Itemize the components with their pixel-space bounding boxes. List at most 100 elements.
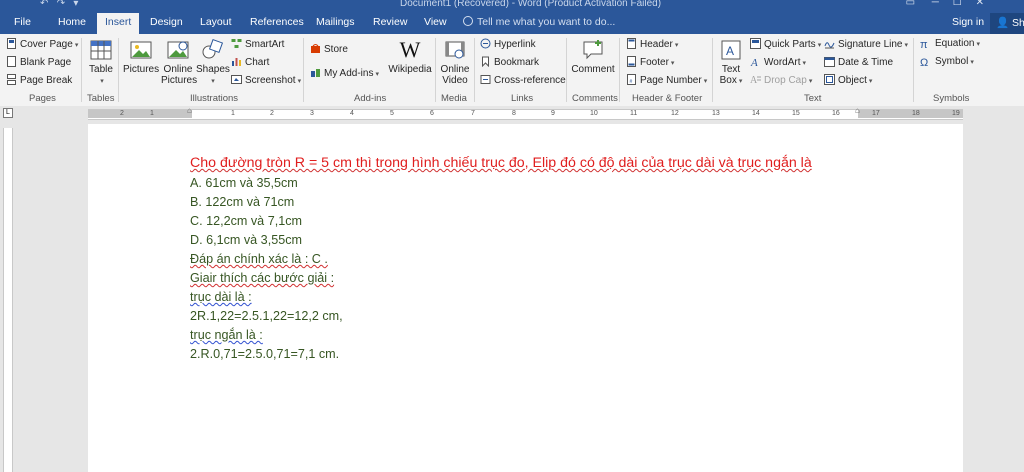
ruler-number: 15 — [792, 110, 800, 117]
document-page[interactable]: Cho đường tròn R = 5 cm thì trong hình c… — [88, 124, 963, 472]
share-button[interactable]: 👤 Shar — [990, 13, 1024, 34]
text-box-icon: A — [721, 40, 741, 60]
tab-review[interactable]: Review — [373, 16, 407, 28]
drop-cap-button[interactable]: A Drop Cap ▾ — [750, 74, 812, 86]
group-label-comments: Comments — [572, 93, 618, 104]
cross-reference-icon — [480, 75, 491, 84]
ruler-number: 13 — [712, 110, 720, 117]
ruler-number: 2 — [270, 110, 274, 117]
quick-access-toolbar[interactable]: ↶ ↷ ▾ — [40, 0, 78, 9]
tab-design[interactable]: Design — [150, 16, 183, 28]
table-icon — [90, 40, 112, 60]
smartart-button[interactable]: SmartArt — [231, 38, 284, 50]
my-addins-button[interactable]: My Add-ins ▾ — [310, 67, 379, 79]
group-divider — [435, 38, 436, 102]
screenshot-button[interactable]: Screenshot ▾ — [231, 74, 301, 86]
ruler-number: 4 — [350, 110, 354, 117]
online-video-button[interactable]: Online Video — [438, 38, 472, 86]
online-pictures-button[interactable]: Online Pictures — [161, 38, 197, 86]
store-button[interactable]: Store — [310, 43, 348, 55]
page-number-icon: # — [627, 74, 636, 85]
question-text: Cho đường tròn R = 5 cm thì trong hình c… — [190, 155, 812, 171]
page-break-icon — [7, 74, 16, 85]
ruler-number: 3 — [310, 110, 314, 117]
lightbulb-icon — [463, 16, 473, 26]
svg-text:A: A — [750, 75, 758, 85]
ruler-number: 11 — [630, 110, 638, 117]
option-a: A. 61cm và 35,5cm — [190, 176, 298, 190]
blank-page-button[interactable]: Blank Page — [6, 56, 71, 68]
cross-reference-button[interactable]: Cross-reference — [480, 74, 566, 86]
hyperlink-button[interactable]: Hyperlink — [480, 38, 536, 50]
ruler-number: 9 — [551, 110, 555, 117]
group-divider — [81, 38, 82, 102]
comment-button[interactable]: Comment — [570, 38, 616, 75]
tell-me-box[interactable]: Tell me what you want to do... — [463, 16, 615, 28]
tab-mailings[interactable]: Mailings — [316, 16, 355, 28]
tab-references[interactable]: References — [250, 16, 304, 28]
group-divider — [118, 38, 119, 102]
tell-me-placeholder: Tell me what you want to do... — [477, 16, 616, 28]
ruler-number: 14 — [752, 110, 760, 117]
option-d: D. 6,1cm và 3,55cm — [190, 233, 302, 247]
date-time-button[interactable]: Date & Time — [824, 56, 893, 68]
ruler-number: 19 — [952, 110, 960, 117]
group-divider — [303, 38, 304, 102]
page-break-button[interactable]: Page Break — [6, 74, 72, 86]
online-picture-icon — [167, 41, 189, 59]
header-icon — [627, 38, 636, 49]
group-divider — [566, 38, 567, 102]
minor-axis-label: trục ngắn là : — [190, 328, 263, 342]
quick-parts-icon — [750, 38, 761, 49]
tab-home[interactable]: Home — [58, 16, 86, 28]
table-button[interactable]: Table ▾ — [86, 38, 116, 86]
object-button[interactable]: Object ▾ — [824, 74, 872, 86]
tab-selector-icon[interactable]: L — [3, 108, 13, 118]
vertical-ruler[interactable] — [0, 120, 14, 472]
quick-parts-button[interactable]: Quick Parts ▾ — [750, 38, 821, 50]
footer-button[interactable]: Footer ▾ — [626, 56, 674, 68]
group-divider — [619, 38, 620, 102]
cover-page-button[interactable]: Cover Page ▾ — [6, 38, 78, 50]
option-b: B. 122cm và 71cm — [190, 195, 295, 209]
calendar-icon — [824, 57, 835, 67]
explanation-heading: Giair thích các bước giải : — [190, 271, 335, 285]
tab-file[interactable]: File — [14, 16, 31, 28]
right-indent-marker[interactable]: ⌂ — [855, 106, 860, 115]
bookmark-button[interactable]: Bookmark — [480, 56, 539, 68]
screenshot-icon — [231, 75, 242, 84]
symbol-button[interactable]: Ω Symbol ▾ — [920, 56, 974, 69]
window-controls[interactable]: ▭ ─ ☐ ✕ — [906, 0, 984, 8]
group-label-tables: Tables — [87, 93, 115, 104]
hyperlink-icon — [480, 38, 491, 49]
wikipedia-button[interactable]: W Wikipedia — [388, 38, 432, 76]
group-divider — [712, 38, 713, 102]
sign-in-link[interactable]: Sign in — [952, 16, 984, 28]
left-indent-marker[interactable]: ⌂ — [187, 106, 192, 115]
horizontal-ruler[interactable]: L 2 1 1 2 3 4 5 6 7 8 9 10 11 12 13 14 1… — [0, 106, 1024, 120]
chart-button[interactable]: Chart — [231, 56, 269, 68]
pictures-button[interactable]: Pictures — [123, 38, 159, 75]
group-divider — [474, 38, 475, 102]
tab-layout[interactable]: Layout — [200, 16, 232, 28]
chart-icon — [232, 58, 241, 66]
share-label: Shar — [1012, 17, 1024, 29]
text-box-button[interactable]: A Text Box ▾ — [716, 38, 746, 86]
vertical-scrollbar[interactable] — [1010, 120, 1024, 472]
page-number-button[interactable]: # Page Number ▾ — [626, 74, 707, 86]
bookmark-icon — [482, 56, 489, 67]
wordart-button[interactable]: A WordArt ▾ — [750, 56, 806, 68]
document-body[interactable]: Cho đường tròn R = 5 cm thì trong hình c… — [190, 154, 880, 364]
drop-cap-icon: A — [750, 75, 761, 85]
blank-page-icon — [7, 56, 16, 67]
ruler-number: 10 — [590, 110, 598, 117]
tab-view[interactable]: View — [424, 16, 447, 28]
window-title: Document1 (Recovered) - Word (Product Ac… — [400, 0, 662, 9]
tab-insert[interactable]: Insert — [97, 13, 140, 34]
signature-line-button[interactable]: Signature Line ▾ — [824, 38, 908, 50]
header-button[interactable]: Header ▾ — [626, 38, 678, 50]
svg-text:A: A — [726, 44, 734, 58]
shapes-button[interactable]: Shapes ▾ — [196, 38, 230, 86]
equation-button[interactable]: π Equation ▾ — [920, 38, 980, 51]
ruler-number: 6 — [430, 110, 434, 117]
